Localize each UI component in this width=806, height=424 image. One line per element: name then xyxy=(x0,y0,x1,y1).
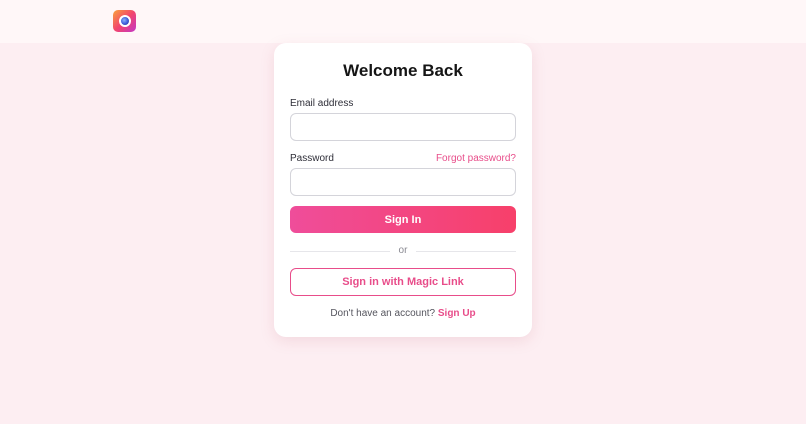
camera-lens-icon xyxy=(118,15,131,27)
magic-link-button[interactable]: Sign in with Magic Link xyxy=(290,268,516,296)
login-card: Welcome Back Email address Password Forg… xyxy=(274,43,532,337)
email-label: Email address xyxy=(290,98,354,109)
app-logo-icon[interactable] xyxy=(113,10,136,32)
sign-up-link[interactable]: Sign Up xyxy=(438,308,476,319)
top-bar xyxy=(0,0,806,43)
email-field[interactable] xyxy=(290,113,516,141)
forgot-password-link[interactable]: Forgot password? xyxy=(436,153,516,164)
sign-in-button[interactable]: Sign In xyxy=(290,206,516,233)
signup-row: Don't have an account? Sign Up xyxy=(274,308,532,319)
signup-prompt: Don't have an account? xyxy=(330,308,436,319)
divider-right xyxy=(416,251,516,252)
password-field[interactable] xyxy=(290,168,516,196)
page-title: Welcome Back xyxy=(343,61,463,80)
password-label: Password xyxy=(290,153,334,164)
